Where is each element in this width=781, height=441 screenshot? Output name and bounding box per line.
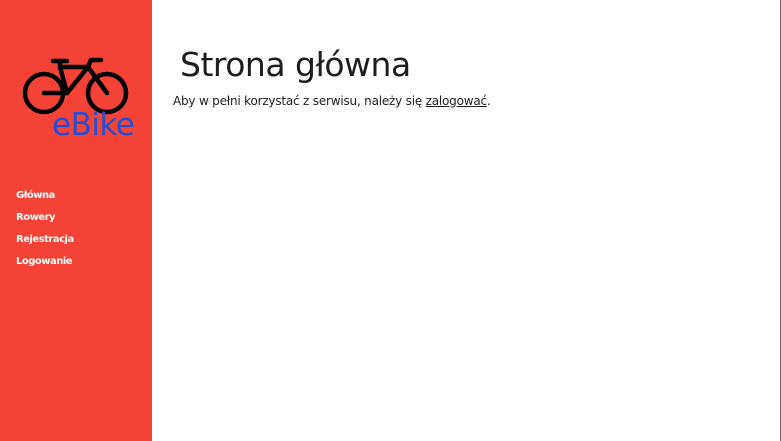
sidebar-item-rejestracja: Rejestracja: [16, 227, 74, 249]
intro-text: Aby w pełni korzystać z serwisu, należy …: [173, 94, 491, 108]
intro-text-after: .: [486, 94, 491, 108]
main-content: Strona główna Aby w pełni korzystać z se…: [152, 0, 780, 441]
intro-text-before: Aby w pełni korzystać z serwisu, należy …: [173, 94, 426, 108]
sidebar-item-rowery: Rowery: [16, 205, 74, 227]
logo[interactable]: eBike: [22, 54, 135, 144]
logo-text: eBike: [52, 107, 135, 143]
sidebar-link-rowery[interactable]: Rowery: [16, 212, 56, 223]
sidebar: eBike Główna Rowery Rejestracja Logowani…: [0, 0, 152, 441]
sidebar-link-glowna[interactable]: Główna: [16, 190, 55, 201]
page-title: Strona główna: [180, 45, 411, 84]
sidebar-nav: Główna Rowery Rejestracja Logowanie: [16, 183, 74, 271]
sidebar-link-logowanie[interactable]: Logowanie: [16, 256, 73, 267]
sidebar-item-logowanie: Logowanie: [16, 249, 74, 271]
sidebar-link-rejestracja[interactable]: Rejestracja: [16, 234, 74, 245]
sidebar-item-glowna: Główna: [16, 183, 74, 205]
login-link[interactable]: zalogować: [426, 94, 487, 108]
app-window: eBike Główna Rowery Rejestracja Logowani…: [0, 0, 781, 441]
